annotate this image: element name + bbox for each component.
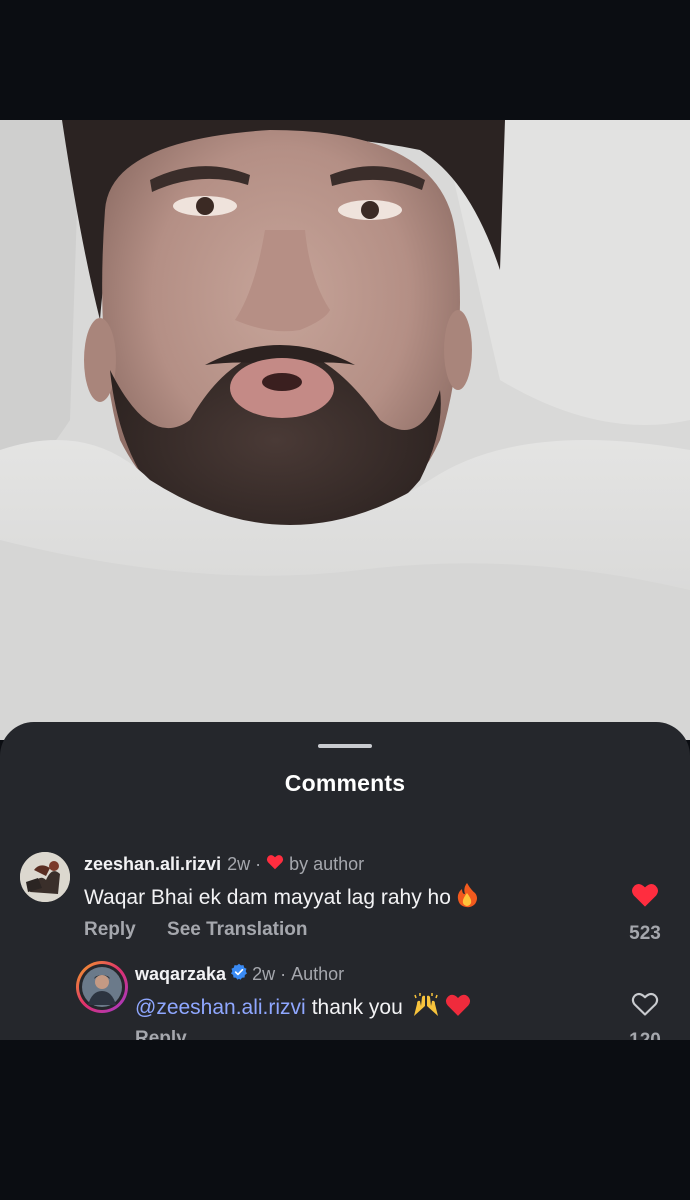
see-translation-button[interactable]: See Translation bbox=[167, 919, 307, 940]
comment-text: @zeeshan.ali.rizvi thank you bbox=[135, 992, 471, 1024]
reply-button[interactable]: Reply bbox=[135, 1028, 187, 1040]
user-avatar-image bbox=[82, 967, 122, 1007]
comment-body: thank you bbox=[311, 996, 403, 1019]
liked-by-author-label: by author bbox=[289, 854, 365, 874]
comments-sheet: Comments zeeshan.ali.rizvi 2w · by autho… bbox=[0, 722, 690, 1040]
fire-emoji-icon bbox=[455, 882, 479, 914]
like-count: 120 bbox=[615, 1030, 675, 1040]
avatar[interactable] bbox=[76, 961, 128, 1013]
mention-link[interactable]: @zeeshan.ali.rizvi bbox=[135, 996, 306, 1020]
comment-username[interactable]: waqarzaka bbox=[135, 964, 226, 985]
comment-actions: Reply bbox=[135, 1028, 213, 1040]
like-count: 523 bbox=[629, 923, 661, 944]
verified-badge-icon bbox=[230, 963, 248, 986]
comment-username[interactable]: zeeshan.ali.rizvi bbox=[84, 854, 221, 875]
comment-actions: Reply See Translation bbox=[84, 919, 333, 941]
red-heart-emoji-icon bbox=[445, 993, 471, 1023]
separator-dot: · bbox=[255, 854, 262, 874]
comment-text: Waqar Bhai ek dam mayyat lag rahy ho bbox=[84, 882, 479, 914]
avatar[interactable] bbox=[20, 852, 70, 902]
comment-body: Waqar Bhai ek dam mayyat lag rahy ho bbox=[84, 886, 451, 909]
comment-time: 2w bbox=[252, 964, 276, 984]
sheet-grabber-handle[interactable] bbox=[318, 744, 372, 748]
heart-filled-icon[interactable] bbox=[615, 882, 675, 913]
like-control: 120 bbox=[615, 991, 675, 1040]
video-player[interactable] bbox=[0, 120, 690, 740]
sheet-title: Comments bbox=[284, 770, 406, 796]
author-label: Author bbox=[291, 964, 345, 984]
separator-dot: · bbox=[280, 964, 287, 984]
comment-time: 2w bbox=[227, 854, 251, 874]
reply-button[interactable]: Reply bbox=[84, 919, 136, 940]
video-frame-image bbox=[0, 120, 690, 740]
heart-outline-icon[interactable] bbox=[615, 991, 675, 1022]
comment-header: waqarzaka 2w · Author bbox=[135, 963, 344, 986]
screen: Comments zeeshan.ali.rizvi 2w · by autho… bbox=[0, 0, 690, 1200]
like-control: 523 bbox=[615, 882, 675, 945]
comment-header: zeeshan.ali.rizvi 2w · by author bbox=[84, 854, 364, 875]
raised-hands-emoji-icon bbox=[411, 992, 441, 1024]
user-avatar-image bbox=[20, 852, 70, 902]
liked-by-author-heart-icon bbox=[266, 854, 284, 875]
